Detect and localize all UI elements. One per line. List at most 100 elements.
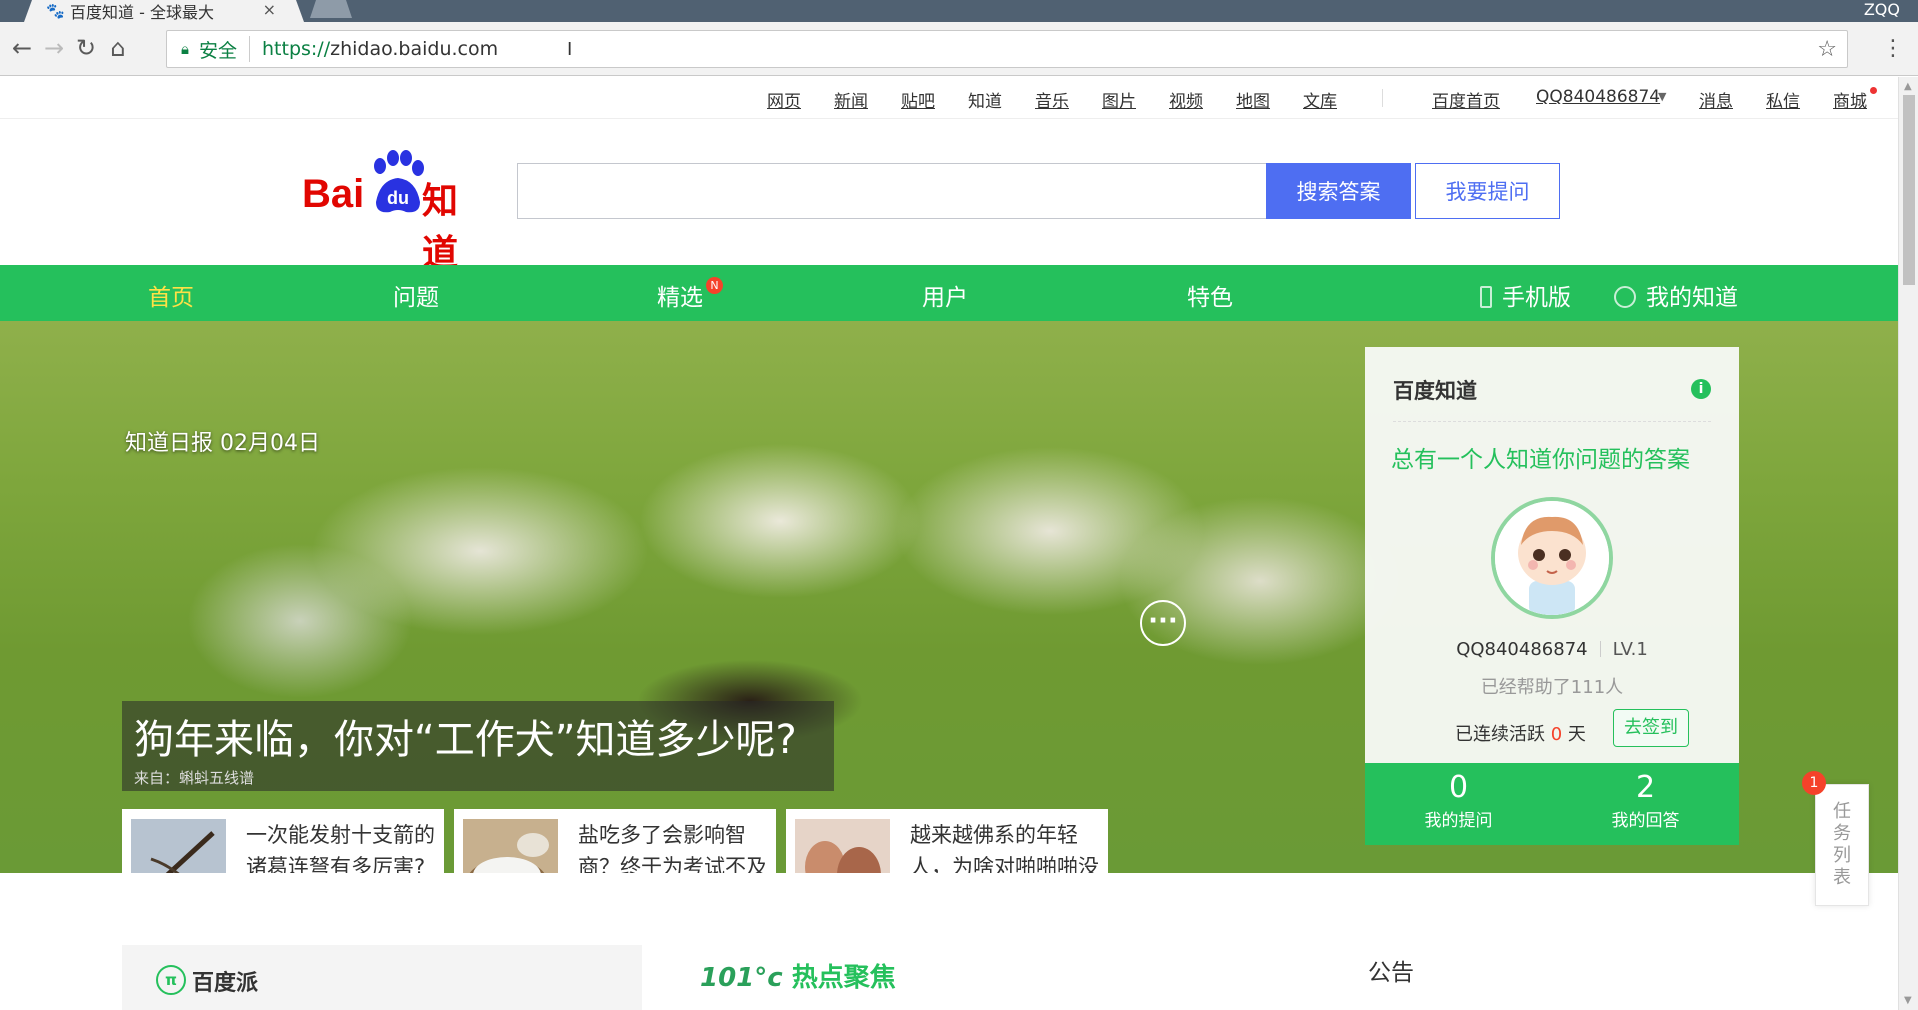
active-streak: 已连续活跃 0 天: [1455, 720, 1586, 746]
tab-close-icon[interactable]: ×: [263, 0, 276, 19]
panel-divider: [1393, 421, 1711, 422]
user-level[interactable]: LV.1: [1613, 639, 1648, 660]
questions-count: 0: [1448, 770, 1469, 805]
home-icon[interactable]: ⌂: [104, 34, 132, 62]
story-card-text: 一次能发射十支箭的诸葛连弩有多厉害?: [246, 823, 435, 873]
search-input[interactable]: [517, 163, 1267, 219]
logo-bai-text: Bai: [302, 172, 365, 216]
salt-thumbnail-icon: [463, 819, 558, 873]
story-card[interactable]: 盐吃多了会影响智商？终于为考试不及格找到借口了: [454, 809, 776, 873]
nav-mobile[interactable]: 手机版: [1480, 278, 1571, 312]
avatar[interactable]: [1491, 497, 1613, 619]
nav-my-zhidao-label: 我的知道: [1646, 285, 1738, 311]
hot-topics-title[interactable]: 101°c 热点聚焦: [700, 957, 896, 994]
toplinks-divider: [1382, 89, 1383, 107]
scrollbar-thumb[interactable]: [1903, 95, 1915, 285]
chevron-down-icon[interactable]: ▼: [1658, 90, 1666, 103]
task-list-button[interactable]: 1 任务列表: [1802, 771, 1869, 906]
logo-du-text: du: [387, 188, 409, 208]
toplink-music[interactable]: 音乐: [1035, 87, 1069, 112]
story-card[interactable]: 一次能发射十支箭的诸葛连弩有多厉害?: [122, 809, 444, 873]
toplink-wenku[interactable]: 文库: [1303, 87, 1337, 112]
toplink-map[interactable]: 地图: [1236, 87, 1270, 112]
ask-question-button[interactable]: 我要提问: [1415, 163, 1560, 219]
toplink-zhidao[interactable]: 知道: [968, 87, 1002, 112]
more-stories-button[interactable]: ···: [1140, 600, 1186, 646]
toplink-webpage[interactable]: 网页: [767, 87, 801, 112]
helped-count: 已经帮助了111人: [1480, 677, 1624, 698]
streak-suffix: 天: [1567, 724, 1586, 745]
story-card-text: 盐吃多了会影响智商？终于为考试不及格找到借口了: [578, 823, 767, 873]
messages-link[interactable]: 消息: [1699, 87, 1733, 112]
username-dropdown[interactable]: QQ840486874: [1536, 87, 1660, 107]
baidu-home-link[interactable]: 百度首页: [1432, 87, 1500, 112]
story-card-text: 越来越佛系的年轻人，为啥对啪啪啪没性趣了?: [910, 823, 1099, 873]
panel-username[interactable]: QQ840486874: [1456, 639, 1587, 660]
banner-headline[interactable]: 狗年来临，你对“工作犬”知道多少呢?: [134, 707, 797, 765]
user-icon: [1614, 286, 1636, 308]
logo-zhidao-text: 知道: [422, 181, 459, 274]
toplink-video[interactable]: 视频: [1169, 87, 1203, 112]
nav-special[interactable]: 特色: [1187, 278, 1233, 312]
sign-in-button[interactable]: 去签到: [1613, 709, 1689, 747]
toplink-images[interactable]: 图片: [1102, 87, 1136, 112]
browser-tab-strip: 🐾 百度知道 - 全球最大 × ZQQ: [0, 0, 1918, 22]
streak-days: 0: [1550, 724, 1563, 745]
user-stats: 0 我的提问 2 我的回答: [1365, 763, 1739, 845]
baby-avatar-icon: [1495, 501, 1609, 615]
toplink-tieba[interactable]: 贴吧: [901, 87, 935, 112]
vertical-scrollbar[interactable]: ▲ ▼: [1898, 77, 1918, 1010]
browser-tab[interactable]: 🐾 百度知道 - 全球最大 ×: [24, 0, 304, 22]
url-scheme: https://: [262, 38, 331, 60]
address-bar[interactable]: 🔒︎ 安全 https:// zhidao.baidu.com I ☆: [166, 30, 1848, 68]
panel-username-row: QQ840486874 LV.1: [1365, 639, 1739, 660]
username-divider: [1599, 641, 1601, 657]
my-answers-stat[interactable]: 2 我的回答: [1552, 769, 1739, 835]
nav-mobile-label: 手机版: [1502, 285, 1571, 311]
nav-my-zhidao[interactable]: 我的知道: [1614, 278, 1738, 312]
back-arrow-icon[interactable]: ←: [8, 34, 36, 62]
bookmark-star-icon[interactable]: ☆: [1817, 37, 1837, 62]
baidupai-title: 百度派: [192, 971, 259, 996]
top-product-links: 网页 新闻 贴吧 知道 音乐 图片 视频 地图 文库 百度首页 QQ840486…: [0, 77, 1898, 119]
scroll-down-arrow-icon[interactable]: ▼: [1904, 995, 1912, 1006]
profile-name[interactable]: ZQQ: [1864, 0, 1900, 19]
main-nav-bar: 首页 问题 精选 N 用户 特色 手机版 我的知道: [0, 265, 1898, 321]
lock-icon: 🔒︎: [181, 40, 189, 58]
baidupai-section[interactable]: π 百度派: [122, 945, 642, 1010]
nav-featured[interactable]: 精选: [657, 278, 703, 312]
info-icon[interactable]: i: [1691, 379, 1711, 399]
banner-date: 知道日报 02月04日: [125, 431, 320, 456]
nav-users[interactable]: 用户: [922, 278, 968, 312]
panel-slogan: 总有一个人知道你问题的答案: [1391, 447, 1690, 473]
baidu-zhidao-logo[interactable]: Bai du 知道: [302, 150, 492, 274]
forward-arrow-icon[interactable]: →: [40, 34, 68, 62]
mall-link[interactable]: 商城: [1833, 87, 1867, 112]
toplink-news[interactable]: 新闻: [834, 87, 868, 112]
browser-toolbar: ← → ↻ ⌂ 🔒︎ 安全 https:// zhidao.baidu.com …: [0, 22, 1918, 76]
crossbow-thumbnail-icon: [131, 819, 226, 873]
notice-title: 公告: [1368, 960, 1414, 986]
secure-label: 安全: [198, 39, 237, 62]
chrome-menu-icon[interactable]: ⋮: [1882, 36, 1904, 61]
questions-label: 我的提问: [1424, 811, 1493, 831]
user-panel: 百度知道 i 总有一个人知道你问题的答案 QQ840486874 LV.1 已经帮…: [1365, 347, 1739, 845]
banner-source: 来自：蝌蚪五线谱: [134, 769, 255, 787]
new-tab-button[interactable]: [310, 0, 352, 18]
text-cursor-icon: I: [567, 38, 573, 60]
tab-title: 百度知道 - 全球最大: [70, 3, 214, 22]
story-card[interactable]: 越来越佛系的年轻人，为啥对啪啪啪没性趣了?: [786, 809, 1108, 873]
hot-topics-label: 热点聚焦: [791, 963, 896, 993]
phone-icon: [1480, 286, 1492, 308]
mall-notification-dot: [1870, 87, 1877, 94]
scroll-up-arrow-icon[interactable]: ▲: [1904, 81, 1912, 92]
headline-overlay[interactable]: 狗年来临，你对“工作犬”知道多少呢? 来自：蝌蚪五线谱: [122, 701, 834, 791]
nav-home[interactable]: 首页: [148, 278, 194, 312]
search-answers-button[interactable]: 搜索答案: [1266, 163, 1411, 219]
private-message-link[interactable]: 私信: [1766, 87, 1800, 112]
answers-label: 我的回答: [1611, 811, 1680, 831]
my-questions-stat[interactable]: 0 我的提问: [1365, 769, 1552, 835]
nav-questions[interactable]: 问题: [393, 278, 439, 312]
reload-icon[interactable]: ↻: [72, 34, 100, 62]
couple-thumbnail-icon: [795, 819, 890, 873]
